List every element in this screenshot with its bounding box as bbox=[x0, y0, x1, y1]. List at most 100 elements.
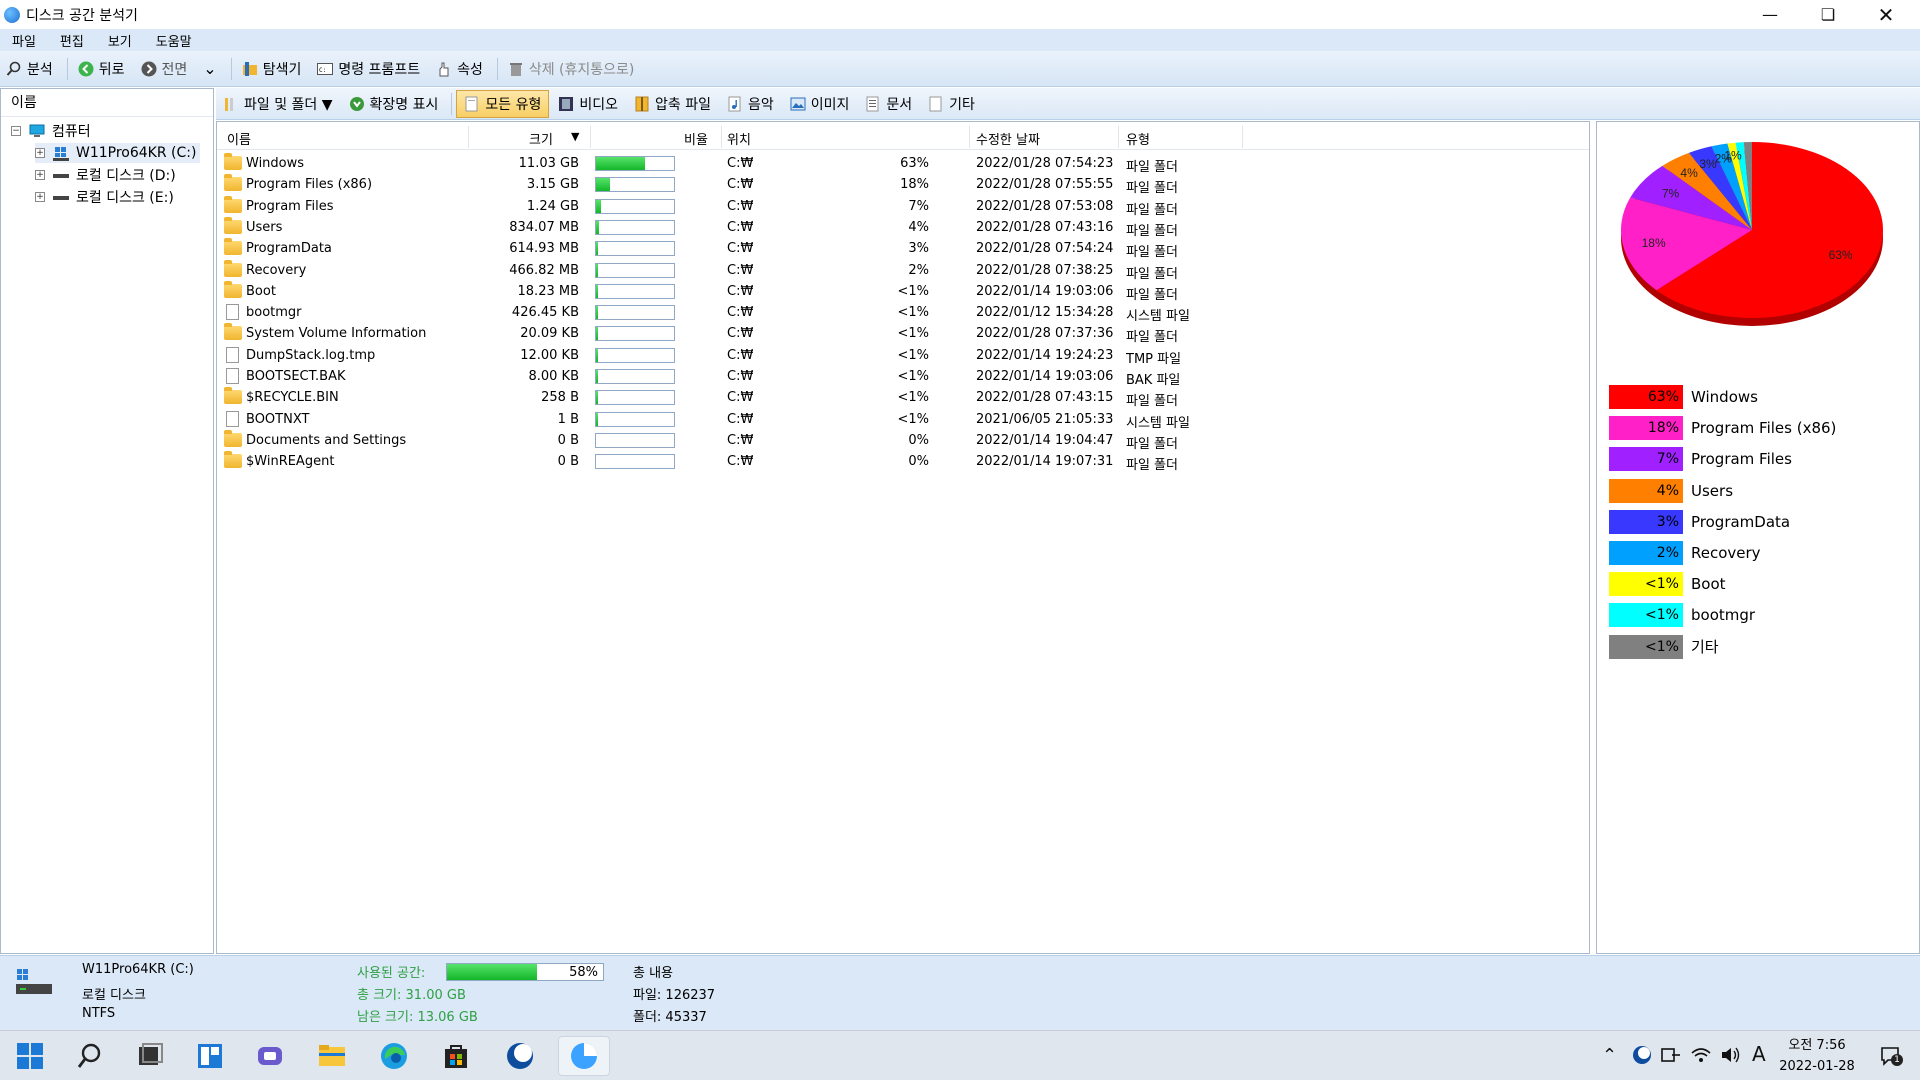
filter-all-types[interactable]: 모든 유형 bbox=[456, 89, 550, 118]
row-location: C:₩ bbox=[727, 326, 754, 342]
filter-music[interactable]: 음악 bbox=[720, 90, 781, 118]
tray-app-icon[interactable] bbox=[1632, 1045, 1652, 1070]
filter-images[interactable]: 이미지 bbox=[783, 90, 857, 118]
table-row[interactable]: DumpStack.log.tmp 12.00 KB <1% C:₩ 2022/01/1… bbox=[217, 345, 1589, 367]
legend-item: <1% 기타 bbox=[1609, 634, 1719, 659]
expand-icon[interactable]: + bbox=[35, 192, 45, 202]
wifi-icon[interactable] bbox=[1690, 1045, 1712, 1070]
table-row[interactable]: $RECYCLE.BIN 258 B <1% C:₩ 2022/01/28 07:43:… bbox=[217, 387, 1589, 409]
volume-icon[interactable] bbox=[1720, 1045, 1742, 1070]
toolbar: 분석 뒤로 전면 ⌄ 탐색기 C: 명령 프롬프트 속성 삭제 (휴지통으로) bbox=[0, 51, 1920, 87]
ratio-bar bbox=[595, 347, 675, 363]
legend-item: 18% Program Files (x86) bbox=[1609, 416, 1836, 441]
table-row[interactable]: Documents and Settings 0 B 0% C:₩ 2022/01/14… bbox=[217, 429, 1589, 452]
explorer-button[interactable]: 탐색기 bbox=[236, 55, 308, 83]
close-button[interactable]: ✕ bbox=[1857, 0, 1915, 29]
expand-icon[interactable]: + bbox=[35, 170, 45, 180]
start-button[interactable] bbox=[6, 1036, 54, 1076]
col-header-ratio[interactable]: 비율 bbox=[684, 129, 708, 148]
widgets-button[interactable] bbox=[186, 1036, 234, 1076]
forward-button[interactable]: 전면 bbox=[135, 55, 194, 83]
table-row[interactable]: Boot 18.23 MB <1% C:₩ 2022/01/14 19:03:06 파일 … bbox=[217, 280, 1589, 303]
notification-center-button[interactable]: 1 bbox=[1880, 1045, 1903, 1067]
edge-button[interactable] bbox=[370, 1036, 418, 1076]
filter-video[interactable]: 비디오 bbox=[551, 90, 625, 118]
table-row[interactable]: Program Files 1.24 GB 7% C:₩ 2022/01/28 07:5… bbox=[217, 195, 1589, 218]
col-header-modified[interactable]: 수정한 날짜 bbox=[976, 129, 1040, 148]
row-size: 1.24 GB bbox=[526, 198, 579, 214]
tree-item-drive-d[interactable]: + 로컬 디스크 (D:) bbox=[35, 165, 176, 185]
row-location: C:₩ bbox=[727, 305, 754, 321]
ime-indicator[interactable]: A bbox=[1752, 1042, 1766, 1066]
table-row[interactable]: BOOTNXT 1 B <1% C:₩ 2021/06/05 21:05:33 시스템 파… bbox=[217, 409, 1589, 431]
analyze-button[interactable]: 분석 bbox=[0, 55, 59, 83]
table-row[interactable]: Users 834.07 MB 4% C:₩ 2022/01/28 07:43:16 파일… bbox=[217, 216, 1589, 239]
show-extensions-button[interactable]: 확장명 표시 bbox=[342, 90, 446, 118]
col-header-name[interactable]: 이름 bbox=[227, 129, 251, 148]
legend-item: 3% ProgramData bbox=[1609, 509, 1790, 534]
tree-item-drive-c[interactable]: + W11Pro64KR (C:) bbox=[35, 143, 201, 163]
row-ratio: <1% bbox=[897, 369, 929, 384]
teams-chat-button[interactable] bbox=[246, 1036, 294, 1076]
col-header-location[interactable]: 위치 bbox=[727, 129, 751, 148]
clock[interactable]: 오전 7:56 2022-01-28 bbox=[1772, 1035, 1862, 1077]
filter-compressed[interactable]: 압축 파일 bbox=[627, 90, 718, 118]
store-button[interactable] bbox=[432, 1036, 480, 1076]
ratio-bar bbox=[595, 390, 675, 406]
table-row[interactable]: Recovery 466.82 MB 2% C:₩ 2022/01/28 07:38:2… bbox=[217, 259, 1589, 282]
properties-button[interactable]: 속성 bbox=[430, 55, 489, 83]
tree-item-drive-e[interactable]: + 로컬 디스크 (E:) bbox=[35, 187, 174, 207]
documents-label: 문서 bbox=[886, 96, 913, 113]
menu-edit[interactable]: 편집 bbox=[48, 31, 96, 50]
table-row[interactable]: System Volume Information 20.09 KB <1% C:₩ 2… bbox=[217, 323, 1589, 346]
row-location: C:₩ bbox=[727, 198, 754, 214]
tray-power-icon[interactable] bbox=[1660, 1045, 1682, 1070]
table-row[interactable]: BOOTSECT.BAK 8.00 KB <1% C:₩ 2022/01/14 19:0… bbox=[217, 366, 1589, 388]
task-view-button[interactable] bbox=[126, 1036, 174, 1076]
collapse-icon[interactable]: − bbox=[11, 126, 21, 136]
col-header-type[interactable]: 유형 bbox=[1126, 129, 1150, 148]
menu-help[interactable]: 도움말 bbox=[144, 31, 204, 50]
back-button[interactable]: 뒤로 bbox=[72, 55, 131, 83]
table-row[interactable]: $WinREAgent 0 B 0% C:₩ 2022/01/14 19:07:31 파일… bbox=[217, 451, 1589, 473]
row-ratio: <1% bbox=[897, 326, 929, 342]
legend-swatch: <1% bbox=[1609, 634, 1683, 659]
forward-arrow-icon bbox=[141, 61, 157, 76]
column-divider[interactable] bbox=[1118, 126, 1119, 148]
files-folders-dropdown[interactable]: 파일 및 폴더 ▼ bbox=[216, 90, 340, 118]
column-divider[interactable] bbox=[468, 126, 469, 148]
table-row[interactable]: ProgramData 614.93 MB 3% C:₩ 2022/01/28 07:5… bbox=[217, 238, 1589, 260]
column-divider[interactable] bbox=[969, 126, 970, 148]
menu-view[interactable]: 보기 bbox=[96, 31, 144, 50]
minimize-button[interactable]: — bbox=[1741, 0, 1799, 29]
table-row[interactable]: Windows 11.03 GB 63% C:₩ 2022/01/28 07:54:23… bbox=[217, 153, 1589, 175]
cmd-button[interactable]: C: 명령 프롬프트 bbox=[311, 55, 426, 83]
expand-icon[interactable]: + bbox=[35, 148, 45, 158]
column-divider[interactable] bbox=[721, 126, 722, 148]
pie-slice-label: 63% bbox=[1829, 248, 1853, 262]
table-row[interactable]: Program Files (x86) 3.15 GB 18% C:₩ 2022/01/… bbox=[217, 174, 1589, 196]
col-header-size[interactable]: 크기 bbox=[529, 129, 553, 148]
tree-item-computer[interactable]: − 컴퓨터 bbox=[11, 121, 91, 141]
ratio-bar bbox=[595, 305, 675, 321]
file-explorer-button[interactable] bbox=[308, 1036, 356, 1076]
column-divider[interactable] bbox=[590, 126, 591, 148]
filter-documents[interactable]: 문서 bbox=[858, 90, 919, 118]
files-folders-label: 파일 및 폴더 ▼ bbox=[244, 96, 333, 113]
app-pinned-button[interactable] bbox=[496, 1036, 544, 1076]
taskbar-search[interactable] bbox=[66, 1036, 114, 1076]
menu-file[interactable]: 파일 bbox=[0, 31, 48, 50]
row-type: 파일 폴더 bbox=[1126, 330, 1178, 346]
row-modified: 2022/01/14 19:03:06 bbox=[976, 369, 1114, 384]
legend-label: bootmgr bbox=[1691, 606, 1756, 625]
delete-button[interactable]: 삭제 (휴지통으로) bbox=[502, 55, 641, 83]
table-row[interactable]: bootmgr 426.45 KB <1% C:₩ 2022/01/12 15:34:2… bbox=[217, 302, 1589, 324]
restore-button[interactable]: ❏ bbox=[1799, 0, 1857, 29]
history-dropdown[interactable]: ⌄ bbox=[197, 55, 222, 83]
used-space-percent: 58% bbox=[569, 965, 598, 980]
column-divider[interactable] bbox=[1242, 126, 1243, 148]
disk-analyzer-taskbar-button[interactable] bbox=[558, 1036, 610, 1076]
pie-slice-label: 18% bbox=[1642, 236, 1666, 250]
filter-other[interactable]: 기타 bbox=[921, 90, 982, 118]
show-hidden-icons-chevron[interactable]: ⌃ bbox=[1602, 1045, 1617, 1066]
